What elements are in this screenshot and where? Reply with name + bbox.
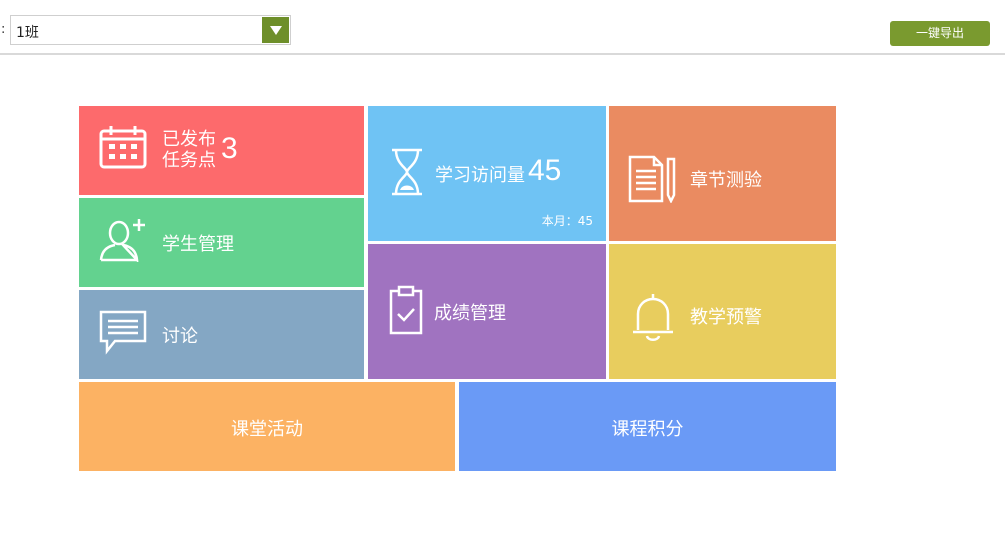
teaching-warning-label: 教学预警 xyxy=(690,307,762,328)
tile-chapter-quiz[interactable]: 章节测验 xyxy=(609,106,836,241)
student-management-label: 学生管理 xyxy=(162,234,234,255)
calendar-icon xyxy=(99,125,147,169)
course-points-label: 课程积分 xyxy=(611,419,684,440)
document-pen-icon xyxy=(628,155,678,203)
discussion-label: 讨论 xyxy=(162,326,198,347)
filter-colon: : xyxy=(1,22,6,37)
monthly-visits-note: 本月：45 xyxy=(541,214,593,228)
grade-management-label: 成绩管理 xyxy=(434,303,506,324)
published-label-line2: 任务点 xyxy=(162,150,216,171)
tile-class-activity[interactable]: 课堂活动 xyxy=(79,382,455,471)
published-count: 3 xyxy=(221,132,238,165)
triangle-down-icon xyxy=(270,26,282,35)
tile-student-management[interactable]: 学生管理 xyxy=(79,198,364,287)
class-select-value: 1班 xyxy=(16,25,39,41)
dropdown-arrow-button[interactable] xyxy=(262,17,289,43)
bell-icon xyxy=(630,292,676,342)
class-select[interactable]: 1班 xyxy=(10,15,291,45)
export-button[interactable]: 一键导出 xyxy=(890,21,990,46)
hourglass-icon xyxy=(390,148,424,196)
learning-visits-label: 学习访问量 xyxy=(435,165,525,186)
clipboard-check-icon xyxy=(388,285,424,335)
add-user-icon xyxy=(99,216,147,262)
tile-course-points[interactable]: 课程积分 xyxy=(459,382,836,471)
learning-visits-count: 45 xyxy=(528,154,562,187)
chat-icon xyxy=(99,309,147,355)
tile-teaching-warning[interactable]: 教学预警 xyxy=(609,244,836,379)
tile-grade-management[interactable]: 成绩管理 xyxy=(368,244,606,379)
chapter-quiz-label: 章节测验 xyxy=(690,170,762,191)
toolbar: : 1班 一键导出 xyxy=(0,0,1005,55)
tile-discussion[interactable]: 讨论 xyxy=(79,290,364,379)
tile-learning-visits[interactable]: 学习访问量 45 本月：45 xyxy=(368,106,606,241)
tile-published-tasks[interactable]: 已发布 任务点 3 xyxy=(79,106,364,195)
class-activity-label: 课堂活动 xyxy=(231,419,303,440)
